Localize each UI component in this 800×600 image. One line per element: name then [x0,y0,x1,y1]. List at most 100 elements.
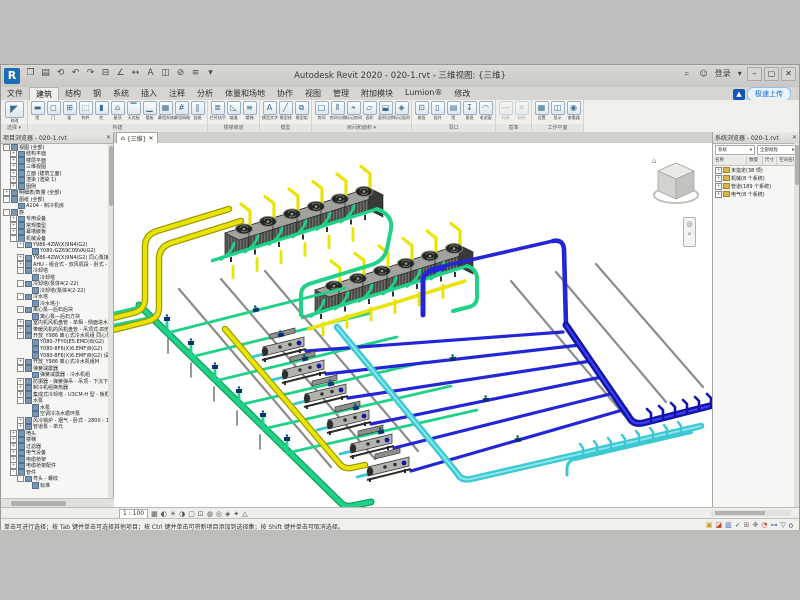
expand-icon[interactable]: + [17,241,24,248]
system-row[interactable]: +未指定(38 项) [713,166,799,174]
ribbon-button-3-1[interactable]: ╱模型线 [278,101,293,121]
ribbon-button-6-0[interactable]: ―标高 [498,101,513,121]
expand-icon[interactable]: - [10,469,17,476]
discipline-select[interactable]: 全部规程▾ [757,145,797,155]
pipes-darkblue[interactable] [566,325,712,423]
close-icon[interactable]: ✕ [148,135,153,142]
expand-icon[interactable]: + [715,175,722,182]
ribbon-button-1-9[interactable]: #幕墙网格 [174,101,189,121]
project-browser-hscrollbar[interactable] [1,498,114,507]
expand-icon[interactable]: + [715,183,722,190]
ribbon-tab-7[interactable]: 分析 [191,87,219,100]
close-icon[interactable]: ✕ [792,134,797,141]
visual-style-icon[interactable]: ◐ [161,510,167,518]
ribbon-tab-9[interactable]: 协作 [271,87,299,100]
worksharing-display-icon[interactable]: ◈ [225,510,230,518]
ribbon-button-2-0[interactable]: ≣栏杆扶手 [210,101,225,121]
design-options-icon[interactable]: ◪ [715,521,722,530]
close-button[interactable]: ✕ [781,67,796,81]
ribbon-button-3-0[interactable]: A模型文字 [262,101,277,121]
crop-region-visibility-icon[interactable]: ⊡ [198,510,204,518]
column-header-1[interactable]: 数量 [747,156,763,165]
search-icon[interactable]: ⌕ [681,69,692,79]
minimize-button[interactable]: – [747,67,762,81]
tree-item[interactable]: 标准 [1,482,108,489]
temporary-hide-isolate-icon[interactable]: ◍ [207,510,213,518]
project-browser-scrollbar[interactable] [108,144,113,499]
expand-icon[interactable]: - [17,280,24,287]
ribbon-button-7-2[interactable]: ◉查看器 [566,101,581,121]
expand-icon[interactable]: - [17,475,24,482]
ribbon-button-4-3[interactable]: ▱面积 [362,101,377,121]
ribbon-button-1-2[interactable]: ⊞窗 [62,101,77,121]
column-header-2[interactable]: 尺寸 [763,156,777,165]
analytical-model-icon[interactable]: △ [242,510,247,518]
expand-icon[interactable]: + [715,167,722,174]
ribbon-tab-5[interactable]: 插入 [135,87,163,100]
navigation-bar[interactable]: ◎ ⌕ [683,217,696,247]
temporary-view-properties-icon[interactable]: ✦ [233,510,239,518]
signin-caret-icon[interactable]: ▾ [738,69,742,78]
expand-icon[interactable]: - [3,144,10,151]
ribbon-tab-12[interactable]: 附加模块 [355,87,399,100]
detail-level-icon[interactable]: ▦ [151,510,158,518]
ribbon-tab-4[interactable]: 系统 [107,87,135,100]
ribbon-tab-10[interactable]: 视图 [299,87,327,100]
ribbon-button-5-3[interactable]: ↧垂直 [462,101,477,121]
system-row[interactable]: +电气(8 个系统) [713,190,799,198]
ribbon-button-6-1[interactable]: ⌗轴网 [514,101,529,121]
ribbon-button-3-2[interactable]: ⧉模型组 [294,101,309,121]
ribbon-button-7-1[interactable]: ◫显示 [550,101,565,121]
ribbon-button-7-0[interactable]: ▦设置 [534,101,549,121]
ribbon-tab-14[interactable]: 修改 [448,87,476,100]
view-scale[interactable]: 1 : 100 [119,509,148,519]
expand-icon[interactable]: - [17,397,24,404]
press-drag-icon[interactable]: ✥ [752,521,758,530]
worksets-icon[interactable]: ▣ [706,521,713,530]
ribbon-tab-1[interactable]: 建筑 [29,87,59,100]
column-header-0[interactable]: 名称 [713,156,747,165]
expand-icon[interactable]: - [17,365,24,372]
system-browser-scrollbar[interactable] [794,143,799,507]
steering-wheel-icon[interactable]: ◎ [686,220,692,228]
system-browser-hscrollbar[interactable] [711,510,791,516]
editable-only-icon[interactable]: ✓ [735,521,741,530]
ribbon-button-0-0[interactable]: ◤修改 [3,101,25,124]
ribbon-button-1-1[interactable]: ◻门 [46,101,61,121]
ribbon-tab-11[interactable]: 管理 [327,87,355,100]
expand-icon[interactable]: - [3,209,10,216]
cooling-tower-bank-1[interactable] [211,167,383,263]
ribbon-tab-2[interactable]: 结构 [59,87,87,100]
view-tab-3d[interactable]: ⌂ {三维} ✕ [116,132,158,143]
ribbon-button-1-7[interactable]: ▁楼板 [142,101,157,121]
ribbon-button-4-1[interactable]: ⫴房间分隔 [330,101,345,121]
maximize-button[interactable]: ▢ [764,67,779,81]
filter-icon[interactable]: ▽ [780,521,785,530]
system-row[interactable]: +机械(8 个系统) [713,174,799,182]
ribbon-button-2-1[interactable]: ◺坡道 [226,101,241,121]
ribbon-button-1-10[interactable]: ∥竖梃 [190,101,205,121]
select-pinned-icon[interactable]: ⊶ [770,521,777,530]
ribbon-button-1-0[interactable]: ▬墙 [30,101,45,121]
background-process-icon[interactable]: ◔ [761,521,767,530]
crop-view-icon[interactable]: ▢ [188,510,195,518]
ribbon-tab-3[interactable]: 钢 [87,87,107,100]
reveal-hidden-elements-icon[interactable]: ◎ [216,510,222,518]
ribbon-button-1-3[interactable]: ⬚构件 [78,101,93,121]
ribbon-button-4-2[interactable]: ⌖标记房间 [346,101,361,121]
main-model-icon[interactable]: ▥ [725,521,732,530]
ribbon-tab-8[interactable]: 体量和场地 [219,87,271,100]
ribbon-button-5-2[interactable]: ▤墙 [446,101,461,121]
ribbon-button-1-8[interactable]: ▦幕墙系统 [158,101,173,121]
ribbon-button-1-4[interactable]: ▮柱 [94,101,109,121]
ribbon-button-5-0[interactable]: ⊡按面 [414,101,429,121]
close-icon[interactable]: ✕ [106,134,111,141]
signin-button[interactable]: 登录 [715,68,731,79]
ribbon-button-1-5[interactable]: ⌂屋顶 [110,101,125,121]
ribbon-tab-6[interactable]: 注释 [163,87,191,100]
ribbon-tab-13[interactable]: Lumion® [399,87,448,100]
view-cube[interactable]: ⌂ [650,155,702,211]
expand-icon[interactable]: - [17,332,24,339]
ribbon-button-4-5[interactable]: ◈标记面积 [394,101,409,121]
ribbon-button-5-4[interactable]: ◠老虎窗 [478,101,493,121]
